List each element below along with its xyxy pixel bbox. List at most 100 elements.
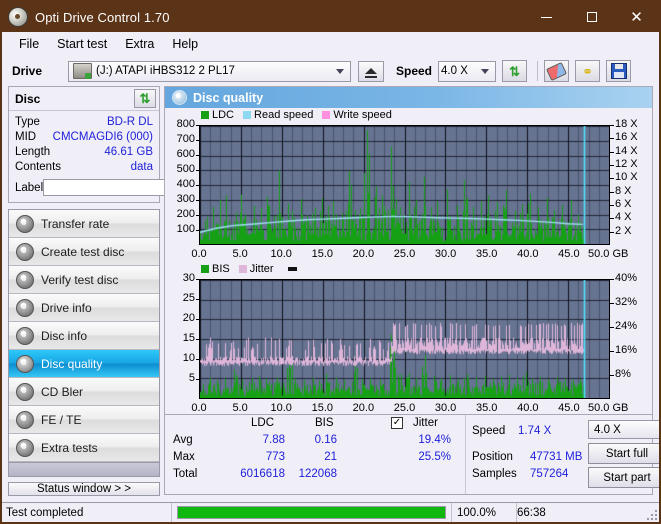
test-speed-select[interactable]: 4.0 X	[588, 420, 659, 439]
y-tick-mark	[196, 359, 200, 360]
y-tick-label: 15	[182, 332, 195, 344]
drive-select[interactable]: (J:) ATAPI iHBS312 2 PL17	[68, 60, 351, 82]
window-title: Opti Drive Control 1.70	[35, 9, 170, 25]
disc-icon	[16, 242, 34, 261]
y-tick-label: 30	[182, 272, 195, 284]
y-tick-label: 5	[188, 372, 195, 384]
stats-avg-jitter: 19.4%	[418, 434, 451, 446]
y-tick-label: 700	[176, 133, 195, 145]
sidebar-item-label: Disc quality	[41, 356, 103, 371]
sidebar-item-verify-test-disc[interactable]: Verify test disc	[9, 266, 159, 294]
y-tick-mark	[196, 200, 200, 201]
stats-row-label-avg: Avg	[173, 434, 193, 446]
sidebar-item-drive-info[interactable]: Drive info	[9, 294, 159, 322]
speed-stat-label: Speed	[472, 425, 506, 437]
legend-item-ldc: LDC	[201, 109, 234, 121]
toolbar-divider	[537, 61, 539, 81]
menu-bar: File Start test Extra Help	[2, 32, 659, 56]
y2-tick-mark	[610, 191, 614, 193]
sidebar-item-disc-quality[interactable]: Disc quality	[9, 350, 159, 378]
minimize-button[interactable]	[524, 2, 569, 32]
status-bar: Test completed 100.0% 66:38	[2, 502, 659, 522]
stats-total-ldc: 6016618	[240, 468, 285, 480]
save-button[interactable]	[606, 60, 632, 82]
menu-extra[interactable]: Extra	[116, 35, 163, 53]
samples-stat-value: 757264	[530, 468, 569, 480]
disc-icon	[16, 354, 34, 373]
test-nav-list: Transfer rate Create test disc Verify te…	[8, 209, 160, 477]
menu-start-test[interactable]: Start test	[48, 35, 116, 53]
y2-tick-mark	[610, 205, 614, 206]
sidebar-item-create-test-disc[interactable]: Create test disc	[9, 238, 159, 266]
y-tick-mark	[196, 170, 200, 171]
drive-label: Drive	[12, 64, 43, 78]
close-button[interactable]: ✕	[614, 2, 659, 32]
keys-button[interactable]: ⚭	[575, 60, 601, 82]
chevron-down-icon	[336, 68, 344, 74]
y-tick-mark	[196, 319, 200, 320]
menu-file[interactable]: File	[10, 35, 48, 53]
y2-tick-mark	[610, 178, 614, 180]
legend-item-write-speed: Write speed	[322, 109, 392, 121]
disc-row-value: BD-R DL	[106, 116, 153, 128]
y2-tick-label: 4 X	[615, 211, 632, 224]
y-tick-label: 600	[176, 148, 195, 160]
menu-help[interactable]: Help	[163, 35, 207, 53]
progress-track	[177, 506, 446, 519]
bis-plot-area	[199, 279, 610, 399]
minimize-icon	[541, 16, 552, 18]
speed-label: Speed	[396, 64, 433, 78]
disc-row-length: Length 46.61 GB	[15, 145, 153, 160]
y-tick-mark	[196, 185, 200, 186]
start-full-button[interactable]: Start full	[588, 443, 659, 464]
stats-max-ldc: 773	[265, 451, 285, 463]
sidebar-item-label: Transfer rate	[41, 216, 110, 231]
position-stat-value: 47731 MB	[530, 451, 583, 463]
speed-select[interactable]: 4.0 X	[438, 60, 497, 82]
sidebar-item-extra-tests[interactable]: Extra tests	[9, 434, 159, 462]
stats-avg-bis: 0.16	[314, 434, 337, 446]
test-speed-value: 4.0 X	[594, 423, 621, 436]
y2-tick-label: 40%	[615, 272, 638, 284]
y-tick-mark	[196, 379, 200, 380]
chevron-down-icon	[481, 68, 490, 74]
stats-header-ldc: LDC	[251, 417, 275, 429]
legend-swatch-icon	[201, 265, 209, 273]
disc-row-value: CMCMAGDI6 (000)	[52, 131, 153, 143]
sidebar-item-disc-info[interactable]: Disc info	[9, 322, 159, 350]
sidebar-item-cd-bler[interactable]: CD Bler	[9, 378, 159, 406]
sidebar-item-fe-te[interactable]: FE / TE	[9, 406, 159, 434]
status-window-button[interactable]: Status window > >	[8, 482, 160, 496]
stats-left: LDC BIS ✓ Jitter Avg 7.88 0.16 19.4% Max…	[165, 415, 465, 494]
y2-tick-label: 6 X	[615, 198, 632, 210]
disc-icon	[16, 214, 34, 233]
eject-button[interactable]	[358, 60, 384, 82]
title-bar: Opti Drive Control 1.70 ✕	[2, 2, 659, 32]
keys-icon: ⚭	[582, 63, 593, 79]
status-message: Test completed	[2, 502, 172, 522]
legend-label: BIS	[212, 263, 230, 275]
y-tick-mark	[196, 299, 200, 300]
legend-swatch-icon	[322, 111, 331, 119]
disc-icon	[16, 382, 34, 401]
disc-quality-header: Disc quality	[165, 87, 652, 108]
start-part-button[interactable]: Start part	[588, 467, 659, 488]
disc-row-key: Contents	[15, 161, 62, 173]
erase-button[interactable]	[544, 60, 570, 82]
stats-right: Speed 1.74 X Position 47731 MB Samples 7…	[465, 415, 659, 494]
disc-icon	[16, 270, 34, 289]
stats-header-jitter: Jitter	[413, 417, 438, 429]
y-tick-mark	[196, 215, 200, 216]
y-tick-label: 25	[182, 292, 195, 304]
sidebar-item-transfer-rate[interactable]: Transfer rate	[9, 210, 159, 238]
stats-max-jitter: 25.5%	[418, 451, 451, 463]
maximize-button[interactable]	[569, 2, 614, 32]
disc-icon	[16, 298, 34, 317]
resize-grip-icon[interactable]	[645, 508, 657, 520]
jitter-checkbox[interactable]: ✓	[391, 416, 403, 429]
refresh-drive-button[interactable]: ⇅	[502, 60, 528, 82]
disc-info-panel: Disc ⇅ Type BD-R DL MID CMCMAGDI6 (000) …	[8, 86, 247, 203]
disc-refresh-button[interactable]: ⇅	[134, 89, 156, 108]
y-tick-mark	[196, 140, 200, 141]
y2-tick-mark	[610, 138, 614, 140]
